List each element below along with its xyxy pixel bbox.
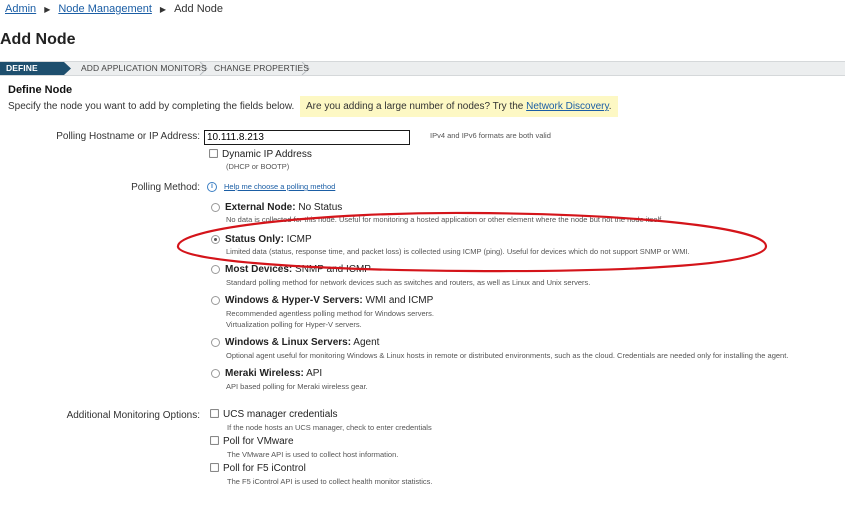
ucs-manager-checkbox[interactable]	[210, 409, 219, 418]
breadcrumb-admin-link[interactable]: Admin	[5, 3, 36, 15]
intro-text: Specify the node you want to add by comp…	[8, 101, 295, 112]
option-windows-hyperv-desc-2: Virtualization polling for Hyper-V serve…	[226, 320, 362, 329]
option-meraki-desc: API based polling for Meraki wireless ge…	[226, 382, 368, 391]
poll-vmware-desc: The VMware API is used to collect host i…	[227, 450, 399, 459]
dynamic-ip-label: Dynamic IP Address	[222, 149, 312, 160]
wizard-step-define-node: DEFINE NODE	[6, 63, 38, 86]
option-windows-hyperv-desc-1: Recommended agentless polling method for…	[226, 309, 435, 318]
option-most-devices-label: Most Devices: SNMP and ICMP	[225, 264, 371, 275]
option-status-only-desc: Limited data (status, response time, and…	[226, 247, 690, 256]
option-external-node-desc: No data is collected for this node. Usef…	[226, 215, 664, 224]
poll-f5-desc: The F5 iControl API is used to collect h…	[227, 477, 433, 486]
radio-external-node[interactable]	[211, 203, 220, 212]
chevron-right-icon: ▶	[44, 4, 51, 14]
polling-help-link[interactable]: Help me choose a polling method	[224, 182, 335, 191]
wizard-steps-bar: DEFINE NODE ADD APPLICATION MONITORS CHA…	[0, 61, 845, 86]
ucs-manager-desc: If the node hosts an UCS manager, check …	[227, 423, 432, 432]
poll-vmware-label: Poll for VMware	[223, 436, 294, 447]
annotation-ellipse	[176, 211, 768, 273]
ucs-manager-label: UCS manager credentials	[223, 409, 338, 420]
hostname-input[interactable]	[204, 130, 410, 145]
poll-f5-checkbox[interactable]	[210, 463, 219, 472]
option-external-node-label: External Node: No Status	[225, 202, 343, 213]
dynamic-ip-checkbox[interactable]	[209, 149, 218, 158]
hostname-note: IPv4 and IPv6 formats are both valid	[430, 131, 551, 140]
additional-options-label: Additional Monitoring Options:	[66, 410, 200, 421]
polling-method-label: Polling Method:	[131, 182, 200, 193]
radio-status-only[interactable]	[211, 235, 220, 244]
radio-meraki-wireless[interactable]	[211, 369, 220, 378]
option-status-only-label: Status Only: ICMP	[225, 234, 312, 245]
option-windows-linux-label: Windows & Linux Servers: Agent	[225, 337, 380, 348]
wizard-step-add-application-monitors: ADD APPLICATION MONITORS	[81, 63, 207, 73]
hint-text: Are you adding a large number of nodes? …	[306, 101, 524, 112]
section-title: Define Node	[8, 84, 73, 96]
option-most-devices-desc: Standard polling method for network devi…	[226, 278, 591, 287]
hostname-label: Polling Hostname or IP Address:	[56, 131, 200, 142]
option-windows-linux-desc: Optional agent useful for monitoring Win…	[226, 351, 789, 360]
radio-windows-linux-agent[interactable]	[211, 338, 220, 347]
poll-f5-label: Poll for F5 iControl	[223, 463, 306, 474]
info-icon: i	[207, 182, 217, 192]
breadcrumb-current: Add Node	[174, 3, 223, 15]
radio-most-devices[interactable]	[211, 265, 220, 274]
option-windows-hyperv-label: Windows & Hyper-V Servers: WMI and ICMP	[225, 295, 434, 306]
hint-banner: Are you adding a large number of nodes? …	[300, 96, 618, 117]
poll-vmware-checkbox[interactable]	[210, 436, 219, 445]
radio-windows-hyperv[interactable]	[211, 296, 220, 305]
chevron-right-icon: ▶	[159, 4, 167, 14]
breadcrumb-node-management-link[interactable]: Node Management	[58, 3, 152, 15]
page-title: Add Node	[0, 31, 76, 48]
hint-end: .	[608, 101, 612, 112]
network-discovery-link[interactable]: Network Discovery	[526, 101, 609, 112]
dynamic-ip-sub: (DHCP or BOOTP)	[226, 162, 290, 171]
wizard-step-change-properties: CHANGE PROPERTIES	[214, 63, 310, 73]
breadcrumb: Admin ▶ Node Management ▶ Add Node	[5, 3, 223, 15]
option-meraki-label: Meraki Wireless: API	[225, 368, 323, 379]
